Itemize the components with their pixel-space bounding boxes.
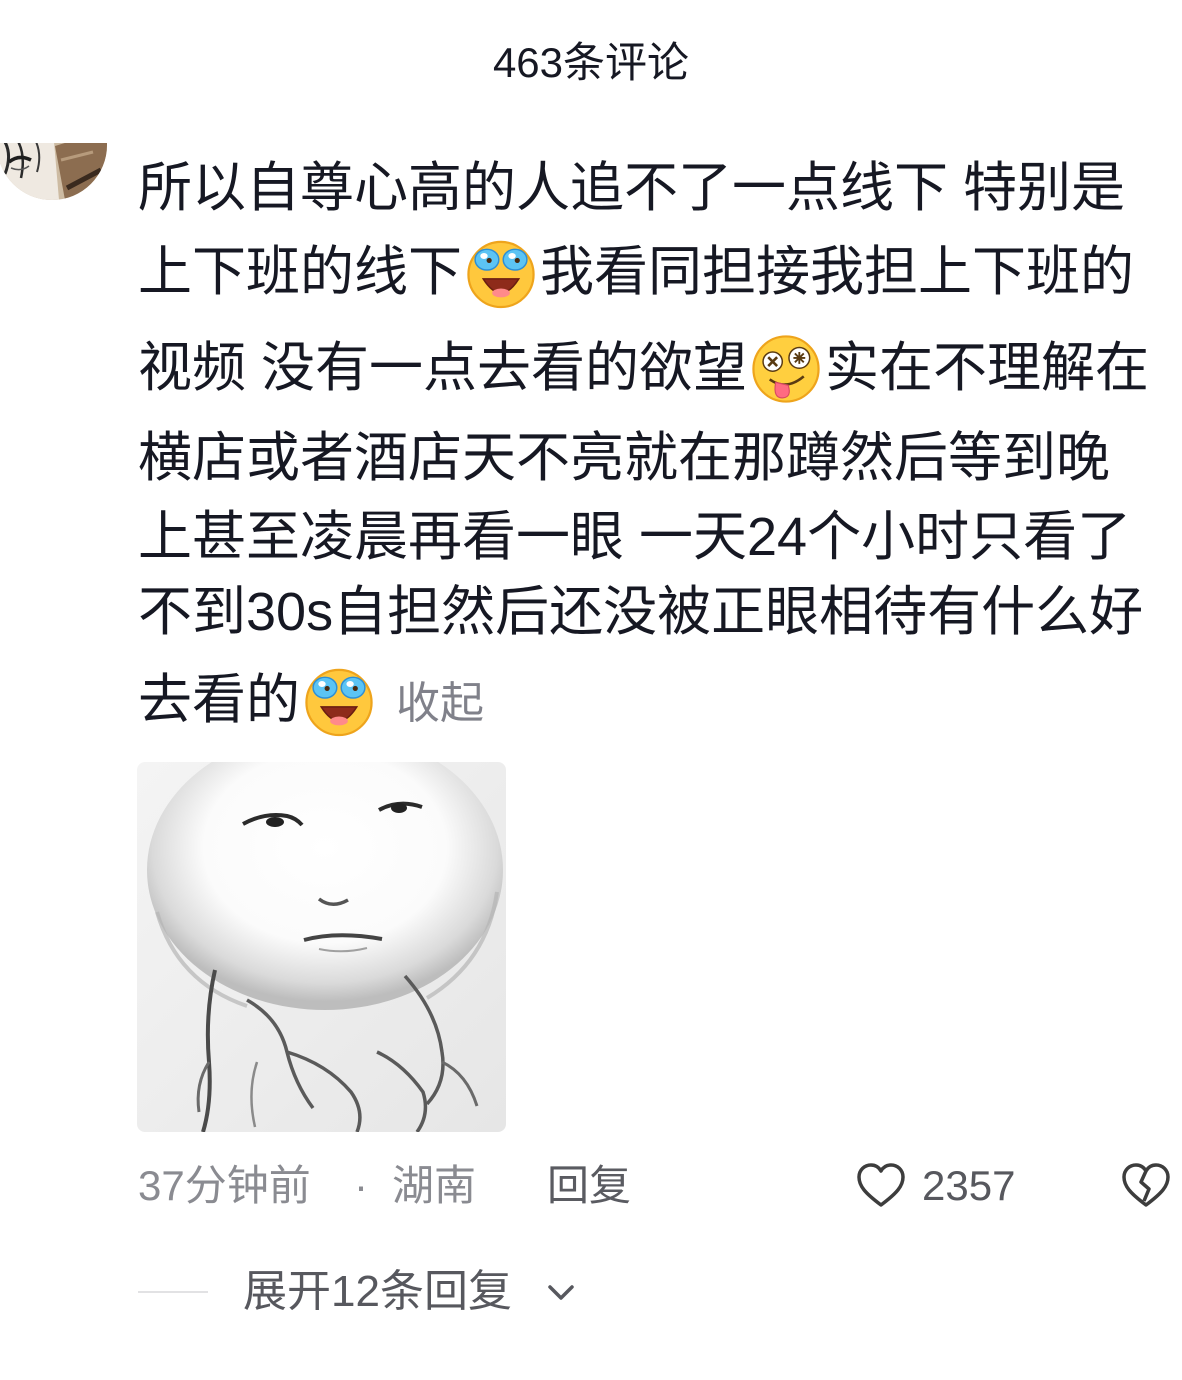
reply-button[interactable]: 回复 [547,1160,631,1212]
chevron-down-icon [543,1275,579,1311]
comment-text: 我看同担接我担上下班的 [540,242,1134,302]
comment-text: 上下班的线下 [138,242,462,302]
comment-line: 去看的 收起 [138,658,1178,742]
broken-heart-icon [1122,1163,1170,1207]
expand-replies-label: 展开12条回复 [243,1267,512,1316]
comment-time: 37分钟前 [138,1162,311,1209]
avatar [0,143,107,200]
meme-face-drawing [137,762,506,1132]
comment-location: 湖南 [392,1162,477,1209]
comment-text: 上甚至凌晨再看一眼 一天24个小时只看了 [138,507,1132,567]
comment-text: 视频 没有一点去看的欲望 [138,338,748,398]
comment-line: 视频 没有一点去看的欲望 实在不理解在 [138,326,1178,410]
laughing-crying-emoji [464,236,538,310]
comment-line: 所以自尊心高的人追不了一点线下 特别是 [138,146,1178,230]
replies-divider [138,1291,208,1293]
comment-text: 所以自尊心高的人追不了一点线下 特别是 [138,158,1126,218]
comment-text: 实在不理解在 [825,338,1150,398]
comment-text: 横店或者酒店天不亮就在那蹲然后等到晚 [138,428,1110,488]
like-count: 2357 [922,1162,1016,1209]
meme-sticker-image[interactable] [137,762,506,1132]
dislike-button[interactable] [1120,1160,1172,1212]
comment-meta-row: 37分钟前 · 湖南 回复 2357 [138,1160,1182,1212]
comment-text: 不到30s自担然后还没被正眼相待有什么好 [138,582,1144,642]
comment-line: 横店或者酒店天不亮就在那蹲然后等到晚 [138,416,1178,500]
comment-count-title: 463条评论 [492,39,690,86]
comment-line: 上下班的线下 我看同担接我担上下班的 [138,230,1178,314]
meta-separator: · [354,1162,368,1209]
commenter-avatar[interactable] [0,143,108,203]
comment-line: 上甚至凌晨再看一眼 一天24个小时只看了 [138,495,1178,579]
comment-line: 不到30s自担然后还没被正眼相待有什么好 [138,570,1178,654]
comment-text: 去看的 [138,670,300,730]
avatar-image [0,143,107,200]
comment-body[interactable]: 所以自尊心高的人追不了一点线下 特别是 上下班的线下 我看同担接我担上下班的 视… [138,146,1178,742]
heart-outline-icon [857,1163,905,1207]
laughing-crying-emoji [302,664,376,738]
zany-face-emoji [749,332,823,406]
expand-replies-button[interactable]: 展开12条回复 [243,1266,603,1318]
collapse-link[interactable]: 收起 [396,679,484,728]
like-button[interactable] [855,1160,907,1212]
